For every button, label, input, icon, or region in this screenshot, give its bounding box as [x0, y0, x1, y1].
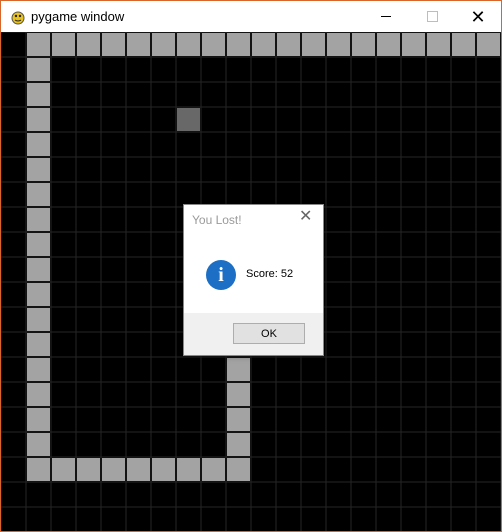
dialog-footer: OK — [184, 313, 323, 355]
dialog-title: You Lost! — [192, 213, 242, 227]
minimize-button[interactable] — [363, 1, 409, 32]
snake-segment — [102, 33, 125, 56]
snake-segment — [27, 58, 50, 81]
snake-segment — [27, 333, 50, 356]
snake-segment — [27, 458, 50, 481]
score-message: Score: 52 — [246, 268, 294, 280]
snake-segment — [27, 308, 50, 331]
maximize-button[interactable] — [409, 1, 455, 32]
snake-segment — [152, 33, 175, 56]
snake-segment — [302, 33, 325, 56]
snake-segment — [452, 33, 475, 56]
snake-segment — [27, 208, 50, 231]
snake-segment — [477, 33, 500, 56]
food-cell — [177, 108, 200, 131]
window-title: pygame window — [31, 9, 125, 24]
snake-segment — [27, 183, 50, 206]
snake-segment — [177, 33, 200, 56]
snake-segment — [27, 433, 50, 456]
snake-segment — [127, 458, 150, 481]
snake-segment — [327, 33, 350, 56]
snake-segment — [27, 108, 50, 131]
snake-segment — [52, 458, 75, 481]
you-lost-dialog: You Lost! ✕ i Score: 52 OK — [183, 204, 324, 356]
snake-segment — [27, 158, 50, 181]
snake-segment — [27, 233, 50, 256]
snake-segment — [177, 458, 200, 481]
snake-segment — [27, 358, 50, 381]
snake-segment — [52, 33, 75, 56]
snake-segment — [27, 83, 50, 106]
snake-segment — [202, 458, 225, 481]
ok-button[interactable]: OK — [233, 323, 305, 344]
snake-segment — [427, 33, 450, 56]
close-button[interactable]: ✕ — [455, 1, 501, 32]
snake-segment — [77, 458, 100, 481]
maximize-icon — [426, 11, 438, 22]
snake-segment — [77, 33, 100, 56]
minimize-icon — [381, 16, 391, 17]
snake-segment — [402, 33, 425, 56]
snake-segment — [27, 33, 50, 56]
snake-segment — [227, 433, 250, 456]
dialog-close-icon[interactable]: ✕ — [299, 209, 312, 225]
title-bar[interactable]: pygame window ✕ — [1, 1, 501, 32]
snake-segment — [202, 33, 225, 56]
snake-segment — [227, 408, 250, 431]
snake-segment — [102, 458, 125, 481]
snake-segment — [27, 258, 50, 281]
snake-segment — [377, 33, 400, 56]
snake-segment — [227, 33, 250, 56]
snake-segment — [152, 458, 175, 481]
snake-segment — [127, 33, 150, 56]
snake-segment — [227, 383, 250, 406]
app-window: pygame window ✕ ◆◆ You Lost! ✕ i Score: … — [0, 0, 502, 532]
snake-segment — [227, 458, 250, 481]
snake-segment — [352, 33, 375, 56]
snake-segment — [27, 133, 50, 156]
snake-segment — [27, 408, 50, 431]
close-icon: ✕ — [470, 6, 486, 27]
pygame-snake-icon — [11, 11, 25, 25]
snake-segment — [27, 283, 50, 306]
info-icon-glyph: i — [218, 263, 224, 286]
info-icon: i — [206, 260, 236, 290]
snake-segment — [227, 358, 250, 381]
snake-segment — [27, 383, 50, 406]
snake-segment — [252, 33, 275, 56]
corner-marker-icon: ◆◆ — [6, 35, 24, 46]
snake-segment — [277, 33, 300, 56]
